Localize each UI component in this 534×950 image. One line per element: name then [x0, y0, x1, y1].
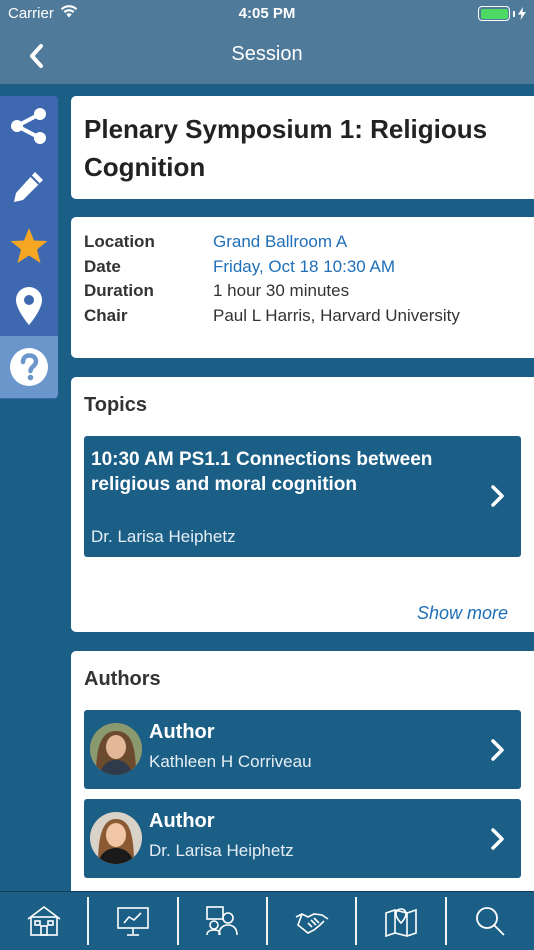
tab-maps[interactable] — [357, 897, 447, 945]
location-pin-icon — [16, 287, 42, 325]
status-bar: Carrier 4:05 PM — [0, 0, 534, 28]
tab-speakers[interactable] — [179, 897, 268, 945]
author-role: Author — [149, 810, 215, 832]
topics-heading: Topics — [84, 394, 147, 416]
chevron-right-icon — [491, 828, 504, 850]
session-title-card: Plenary Symposium 1: Religious Cognition — [71, 96, 534, 199]
session-details-card: Location Grand Ballroom A Date Friday, O… — [71, 217, 534, 358]
share-icon — [11, 108, 46, 144]
topic-item[interactable]: 10:30 AM PS1.1 Connections between relig… — [84, 436, 521, 557]
location-button[interactable] — [0, 276, 58, 336]
tab-sessions[interactable] — [89, 897, 179, 945]
topic-title: 10:30 AM PS1.1 Connections between relig… — [91, 449, 433, 495]
chevron-right-icon — [491, 739, 504, 761]
author-role: Author — [149, 721, 215, 743]
date-label: Date — [84, 257, 121, 276]
edit-note-button[interactable] — [0, 156, 58, 216]
avatar — [90, 812, 142, 864]
page-title: Session — [231, 43, 303, 65]
home-icon — [27, 906, 61, 936]
people-icon — [206, 906, 239, 936]
handshake-icon — [295, 913, 329, 934]
session-title: Plenary Symposium 1: Religious Cognition — [84, 114, 488, 182]
share-button[interactable] — [0, 96, 58, 156]
favorite-button[interactable] — [0, 216, 58, 276]
tab-exhibitors[interactable] — [268, 897, 358, 945]
tab-bar — [0, 891, 534, 950]
authors-heading: Authors — [84, 668, 161, 690]
authors-card: Authors Author Kathleen H Corriveau Auth… — [71, 651, 534, 896]
search-icon — [476, 907, 505, 936]
show-more-link[interactable]: Show more — [417, 603, 508, 624]
duration-value: 1 hour 30 minutes — [213, 281, 350, 300]
pencil-icon — [14, 172, 43, 202]
author-item[interactable]: Author Kathleen H Corriveau — [84, 710, 521, 789]
charging-bolt-icon — [518, 7, 526, 20]
location-label: Location — [84, 232, 155, 251]
tab-home[interactable] — [0, 897, 90, 945]
author-name: Dr. Larisa Heiphetz — [149, 841, 294, 860]
duration-label: Duration — [84, 281, 154, 300]
map-icon — [385, 908, 417, 937]
location-link[interactable]: Grand Ballroom A — [213, 232, 347, 252]
battery-icon — [478, 6, 526, 21]
date-link[interactable]: Friday, Oct 18 10:30 AM — [213, 257, 395, 277]
avatar — [90, 723, 142, 775]
chair-label: Chair — [84, 306, 128, 325]
side-toolbar — [0, 96, 58, 399]
star-icon — [10, 228, 48, 263]
help-icon — [10, 348, 48, 386]
topic-speaker: Dr. Larisa Heiphetz — [91, 527, 236, 546]
chevron-right-icon — [491, 485, 504, 507]
topics-card: Topics 10:30 AM PS1.1 Connections betwee… — [71, 377, 534, 632]
author-item[interactable]: Author Dr. Larisa Heiphetz — [84, 799, 521, 878]
tab-search[interactable] — [447, 897, 534, 945]
presentation-icon — [117, 907, 149, 936]
author-name: Kathleen H Corriveau — [149, 752, 312, 771]
help-button[interactable] — [0, 336, 58, 398]
chair-value: Paul L Harris, Harvard University — [213, 306, 460, 325]
clock: 4:05 PM — [238, 5, 296, 22]
navigation-bar: Session — [0, 28, 534, 84]
